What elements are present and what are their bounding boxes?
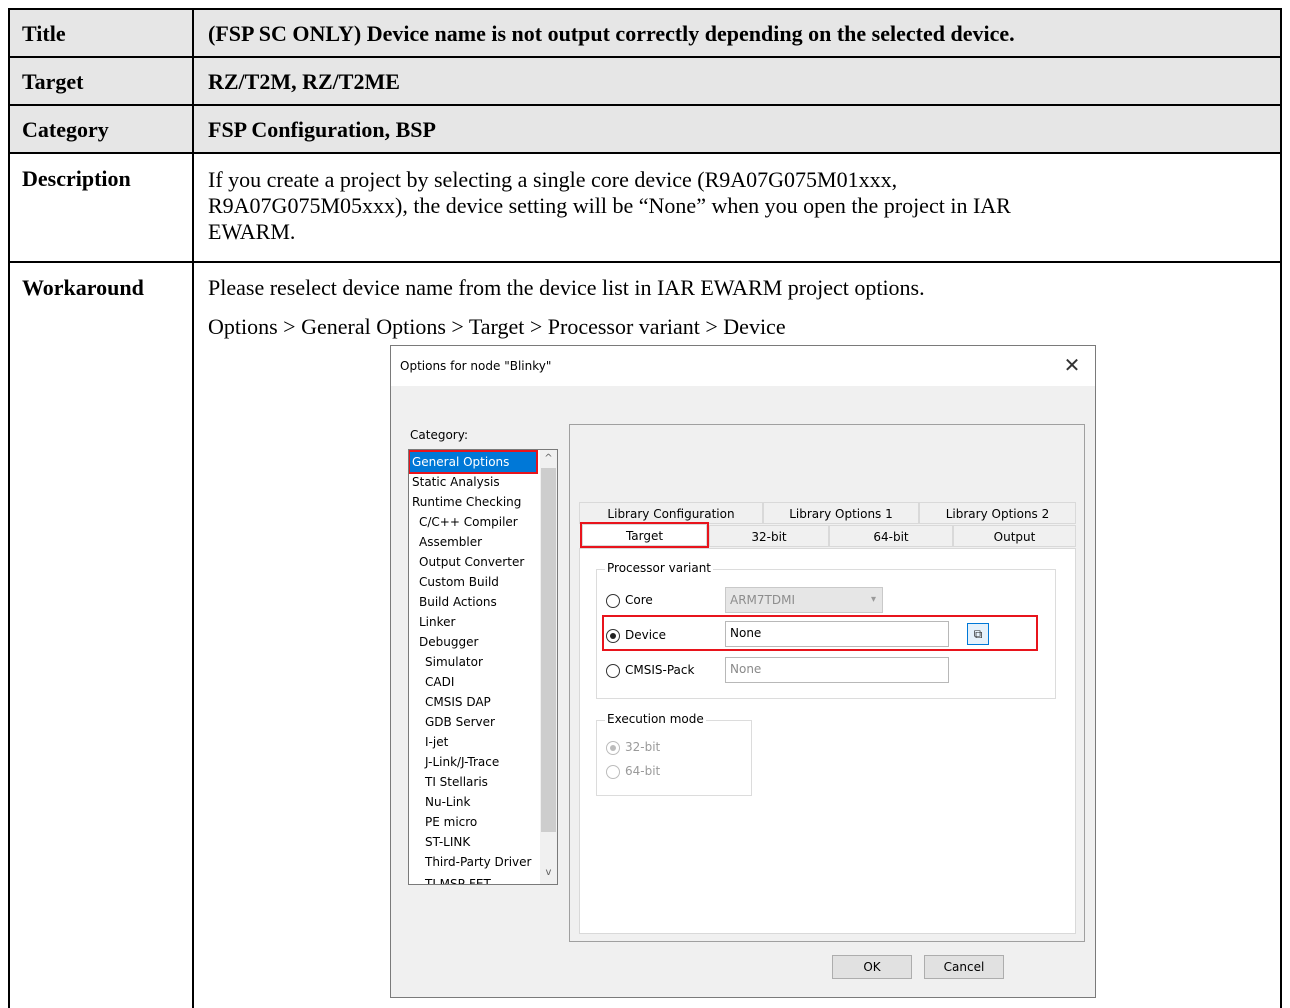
dialog-titlebar: Options for node "Blinky" ✕: [391, 346, 1095, 386]
device-highlight: [602, 615, 1038, 651]
category-item-general-options[interactable]: General Options: [409, 450, 538, 474]
tab-library-configuration[interactable]: Library Configuration: [579, 502, 763, 524]
category-item-output-converter[interactable]: Output Converter: [419, 552, 524, 572]
category-item-debugger[interactable]: Debugger: [419, 632, 478, 652]
rule: [8, 56, 1282, 58]
category-item-pe-micro[interactable]: PE micro: [425, 812, 477, 832]
tab-library-options-1[interactable]: Library Options 1: [763, 502, 919, 524]
row-bg-category: [8, 104, 1282, 152]
chevron-down-icon: ▾: [870, 594, 876, 605]
tab-output[interactable]: Output: [953, 525, 1076, 547]
core-select-value: ARM7TDMI: [730, 593, 795, 607]
dialog-title: Options for node "Blinky": [400, 359, 552, 373]
category-item-runtime-checking[interactable]: Runtime Checking: [412, 492, 521, 512]
cmsis-pack-radio[interactable]: [606, 664, 620, 678]
category-item-cmsis-dap[interactable]: CMSIS DAP: [425, 692, 491, 712]
category-item-static-analysis[interactable]: Static Analysis: [412, 472, 500, 492]
target-tab-content: Processor variant Core ARM7TDMI ▾ Device…: [579, 548, 1076, 934]
processor-variant-title: Processor variant: [605, 561, 713, 575]
tab-library-options-2[interactable]: Library Options 2: [919, 502, 1076, 524]
category-item-ti-stellaris[interactable]: TI Stellaris: [425, 772, 488, 792]
category-item-third-party-driver[interactable]: Third-Party Driver: [425, 852, 531, 872]
32-bit-radio[interactable]: [606, 741, 620, 755]
category-item-cpp-compiler[interactable]: C/C++ Compiler: [419, 512, 518, 532]
rule: [192, 8, 194, 1008]
category-item-cadi[interactable]: CADI: [425, 672, 454, 692]
category-item-i-jet[interactable]: I-jet: [425, 732, 448, 752]
rule: [8, 8, 1282, 10]
core-select[interactable]: ARM7TDMI ▾: [725, 587, 883, 613]
workaround-line-2: Options > General Options > Target > Pro…: [208, 314, 786, 339]
description-line-2: R9A07G075M05xxx), the device setting wil…: [208, 193, 1011, 218]
description-line-1: If you create a project by selecting a s…: [208, 167, 898, 192]
core-radio-label[interactable]: Core: [625, 593, 653, 607]
label-target: Target: [22, 69, 84, 94]
category-item-simulator[interactable]: Simulator: [425, 652, 483, 672]
rule: [8, 261, 1282, 263]
chevron-up-icon[interactable]: ^: [540, 450, 557, 467]
scrollbar-thumb[interactable]: [541, 468, 556, 832]
rule: [8, 104, 1282, 106]
value-category: FSP Configuration, BSP: [208, 117, 436, 142]
options-dialog: Options for node "Blinky" ✕ Category: Ge…: [390, 345, 1096, 998]
row-bg-target: [8, 56, 1282, 104]
execution-mode-title: Execution mode: [605, 712, 706, 726]
category-item-j-link[interactable]: J-Link/J-Trace: [425, 752, 499, 772]
category-label: Category:: [410, 428, 468, 442]
64-bit-radio[interactable]: [606, 765, 620, 779]
category-item-nu-link[interactable]: Nu-Link: [425, 792, 471, 812]
cmsis-pack-field[interactable]: None: [725, 657, 949, 683]
tab-64-bit[interactable]: 64-bit: [829, 525, 953, 547]
rule: [8, 8, 10, 1008]
execution-mode-group: Execution mode 32-bit 64-bit: [596, 712, 752, 796]
64-bit-radio-label[interactable]: 64-bit: [625, 764, 660, 778]
close-icon[interactable]: ✕: [1059, 352, 1085, 378]
value-title: (FSP SC ONLY) Device name is not output …: [208, 21, 1015, 46]
chevron-down-icon[interactable]: v: [540, 864, 557, 881]
category-item-gdb-server[interactable]: GDB Server: [425, 712, 495, 732]
rule: [1280, 8, 1282, 1008]
value-target: RZ/T2M, RZ/T2ME: [208, 69, 400, 94]
tab-32-bit[interactable]: 32-bit: [709, 525, 829, 547]
category-item-custom-build[interactable]: Custom Build: [419, 572, 499, 592]
category-list[interactable]: General Options Static Analysis Runtime …: [408, 449, 558, 885]
label-title: Title: [22, 21, 66, 46]
workaround-line-1: Please reselect device name from the dev…: [208, 275, 925, 300]
ok-button[interactable]: OK: [832, 955, 912, 979]
label-category: Category: [22, 117, 109, 142]
options-panel: Library Configuration Library Options 1 …: [569, 424, 1085, 942]
category-scrollbar[interactable]: ^ v: [540, 450, 557, 884]
cancel-button[interactable]: Cancel: [924, 955, 1004, 979]
category-item-build-actions[interactable]: Build Actions: [419, 592, 497, 612]
tab-target[interactable]: Target: [580, 522, 709, 548]
label-workaround: Workaround: [22, 275, 144, 300]
cmsis-pack-field-value: None: [730, 662, 762, 676]
description-line-3: EWARM.: [208, 219, 296, 244]
category-item-st-link[interactable]: ST-LINK: [425, 832, 470, 852]
category-item-assembler[interactable]: Assembler: [419, 532, 482, 552]
category-item-ti-msp-fet[interactable]: TI MSP-FET: [425, 874, 491, 884]
category-item-linker[interactable]: Linker: [419, 612, 455, 632]
rule: [8, 152, 1282, 154]
label-description: Description: [22, 166, 131, 191]
core-radio[interactable]: [606, 594, 620, 608]
32-bit-radio-label[interactable]: 32-bit: [625, 740, 660, 754]
cmsis-pack-radio-label[interactable]: CMSIS-Pack: [625, 663, 694, 677]
